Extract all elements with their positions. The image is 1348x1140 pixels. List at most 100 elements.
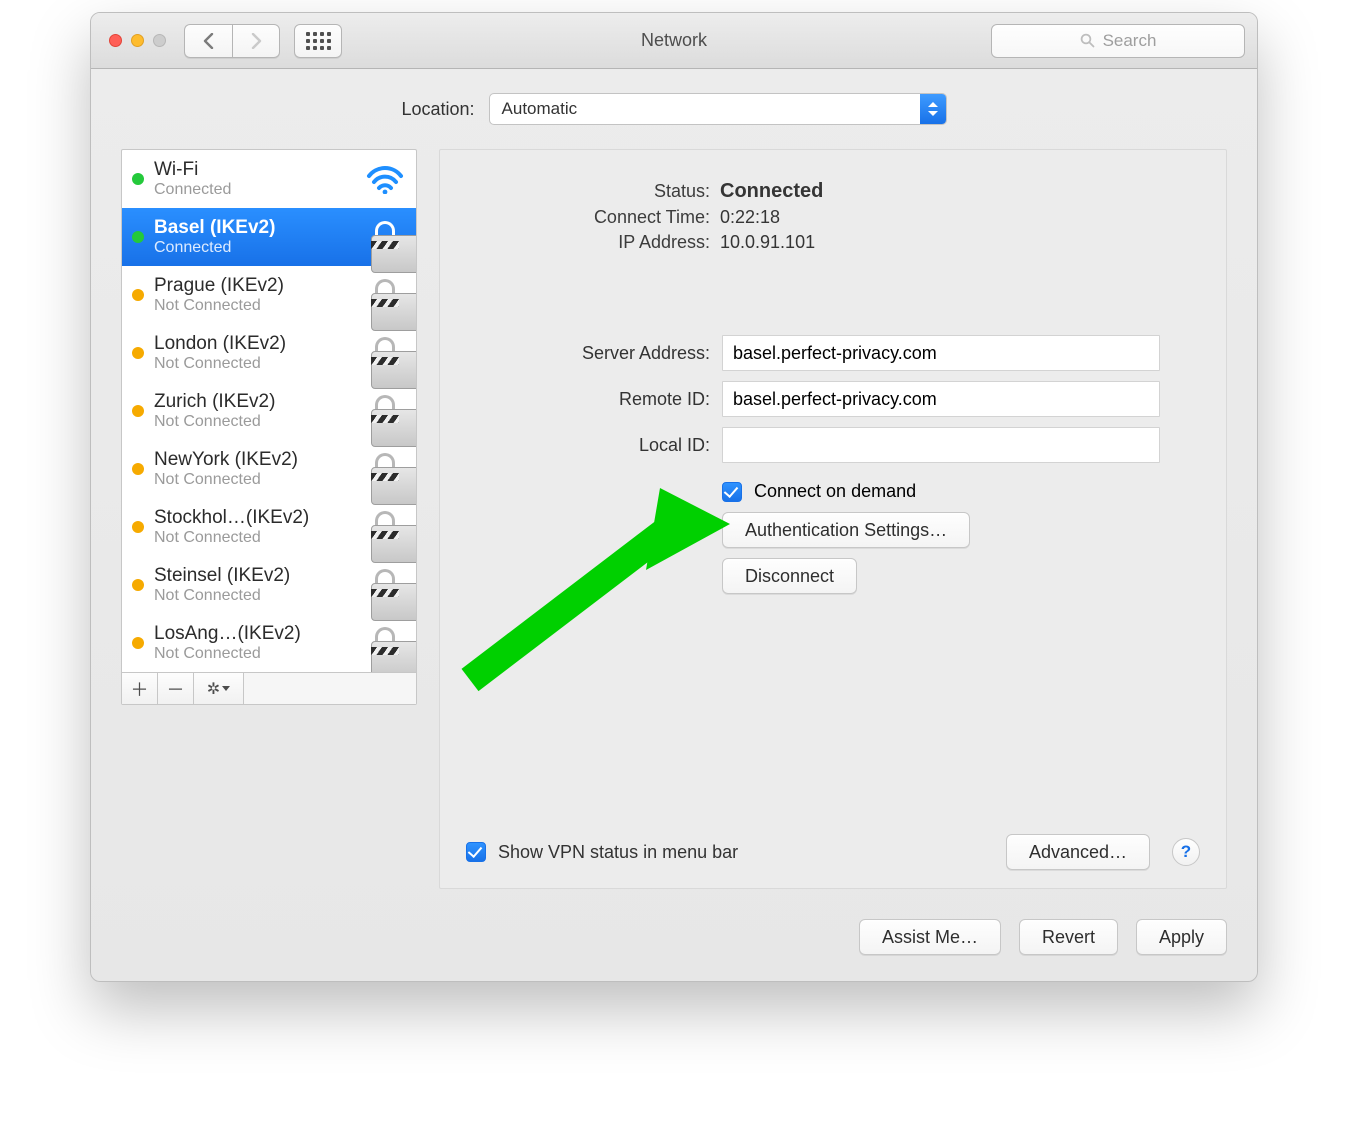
service-text: NewYork (IKEv2)Not Connected <box>154 449 354 489</box>
location-row: Location: Automatic <box>91 69 1257 143</box>
vpn-lock-icon <box>364 390 406 432</box>
status-label: Status: <box>470 181 710 202</box>
local-id-label: Local ID: <box>470 435 710 456</box>
authentication-settings-button[interactable]: Authentication Settings… <box>722 512 970 548</box>
service-name: Basel (IKEv2) <box>154 217 354 239</box>
service-item[interactable]: Wi-FiConnected <box>122 150 416 208</box>
service-text: Wi-FiConnected <box>154 159 354 199</box>
show-vpn-status-checkbox[interactable] <box>466 842 486 862</box>
chevron-right-icon <box>250 33 262 49</box>
search-placeholder: Search <box>1103 31 1157 51</box>
remote-id-row: Remote ID: <box>470 381 1196 417</box>
ip-address-label: IP Address: <box>470 232 710 253</box>
location-value: Automatic <box>502 99 578 119</box>
zoom-window-button[interactable] <box>153 34 166 47</box>
minimize-window-button[interactable] <box>131 34 144 47</box>
service-item[interactable]: NewYork (IKEv2)Not Connected <box>122 440 416 498</box>
nav-buttons <box>184 24 280 58</box>
service-status: Not Connected <box>154 297 354 315</box>
advanced-button[interactable]: Advanced… <box>1006 834 1150 870</box>
service-text: Basel (IKEv2)Connected <box>154 217 354 257</box>
back-button[interactable] <box>184 24 232 58</box>
gear-icon: ✲ <box>207 679 220 699</box>
wifi-icon <box>364 158 406 200</box>
service-text: Zurich (IKEv2)Not Connected <box>154 391 354 431</box>
status-dot-icon <box>132 231 144 243</box>
service-actions-button[interactable]: ✲ <box>194 673 244 704</box>
service-name: London (IKEv2) <box>154 333 354 355</box>
service-name: Stockhol…(IKEv2) <box>154 507 354 529</box>
service-item[interactable]: LosAng…(IKEv2)Not Connected <box>122 614 416 672</box>
status-dot-icon <box>132 579 144 591</box>
service-text: Stockhol…(IKEv2)Not Connected <box>154 507 354 547</box>
show-all-button[interactable] <box>294 24 342 58</box>
connect-on-demand-label: Connect on demand <box>754 481 916 502</box>
service-status: Not Connected <box>154 529 354 547</box>
service-name: Wi-Fi <box>154 159 354 181</box>
select-arrows-icon <box>920 94 946 124</box>
titlebar: Network Search <box>91 13 1257 69</box>
status-block: Status: Connected Connect Time: 0:22:18 IP… <box>470 180 1196 253</box>
service-status: Not Connected <box>154 471 354 489</box>
search-icon <box>1080 33 1095 48</box>
revert-button[interactable]: Revert <box>1019 919 1118 955</box>
local-id-row: Local ID: <box>470 427 1196 463</box>
vpn-lock-icon <box>364 332 406 374</box>
vpn-lock-icon <box>364 448 406 490</box>
service-status: Connected <box>154 181 354 199</box>
forward-button[interactable] <box>232 24 280 58</box>
service-item[interactable]: London (IKEv2)Not Connected <box>122 324 416 382</box>
status-value: Connected <box>720 180 823 203</box>
service-name: Prague (IKEv2) <box>154 275 354 297</box>
auth-settings-row: Authentication Settings… <box>470 512 1196 548</box>
service-text: LosAng…(IKEv2)Not Connected <box>154 623 354 663</box>
disconnect-row: Disconnect <box>470 558 1196 594</box>
disconnect-button[interactable]: Disconnect <box>722 558 857 594</box>
connect-time-label: Connect Time: <box>470 207 710 228</box>
vpn-lock-icon <box>364 506 406 548</box>
close-window-button[interactable] <box>109 34 122 47</box>
vpn-lock-icon <box>364 622 406 664</box>
service-item[interactable]: Zurich (IKEv2)Not Connected <box>122 382 416 440</box>
service-item[interactable]: Steinsel (IKEv2)Not Connected <box>122 556 416 614</box>
service-item[interactable]: Stockhol…(IKEv2)Not Connected <box>122 498 416 556</box>
connect-time-value: 0:22:18 <box>720 207 780 228</box>
service-text: London (IKEv2)Not Connected <box>154 333 354 373</box>
service-name: LosAng…(IKEv2) <box>154 623 354 645</box>
vpn-lock-icon <box>364 216 406 258</box>
status-dot-icon <box>132 289 144 301</box>
location-select[interactable]: Automatic <box>489 93 947 125</box>
search-field[interactable]: Search <box>991 24 1245 58</box>
assist-me-button[interactable]: Assist Me… <box>859 919 1001 955</box>
body: Wi-FiConnectedBasel (IKEv2)ConnectedPrag… <box>91 143 1257 919</box>
service-name: Zurich (IKEv2) <box>154 391 354 413</box>
remote-id-input[interactable] <box>722 381 1160 417</box>
service-text: Prague (IKEv2)Not Connected <box>154 275 354 315</box>
footer: Assist Me… Revert Apply <box>91 919 1257 981</box>
status-dot-icon <box>132 405 144 417</box>
help-button[interactable]: ? <box>1172 838 1200 866</box>
local-id-input[interactable] <box>722 427 1160 463</box>
service-item[interactable]: Basel (IKEv2)Connected <box>122 208 416 266</box>
add-service-button[interactable]: ＋ <box>122 673 158 704</box>
service-sidebar: Wi-FiConnectedBasel (IKEv2)ConnectedPrag… <box>121 149 417 705</box>
server-address-row: Server Address: <box>470 335 1196 371</box>
ip-address-value: 10.0.91.101 <box>720 232 815 253</box>
service-status: Not Connected <box>154 587 354 605</box>
location-label: Location: <box>401 99 474 120</box>
connect-on-demand-checkbox[interactable] <box>722 482 742 502</box>
apply-button[interactable]: Apply <box>1136 919 1227 955</box>
service-item[interactable]: Prague (IKEv2)Not Connected <box>122 266 416 324</box>
status-dot-icon <box>132 347 144 359</box>
service-list[interactable]: Wi-FiConnectedBasel (IKEv2)ConnectedPrag… <box>122 150 416 672</box>
chevron-left-icon <box>203 33 215 49</box>
server-address-input[interactable] <box>722 335 1160 371</box>
minus-icon: － <box>167 676 185 702</box>
chevron-down-icon <box>222 686 230 692</box>
grid-icon <box>306 32 331 50</box>
vpn-lock-icon <box>364 274 406 316</box>
remove-service-button[interactable]: － <box>158 673 194 704</box>
status-dot-icon <box>132 637 144 649</box>
network-prefs-window: Network Search Location: Automatic Wi-Fi… <box>90 12 1258 982</box>
remote-id-label: Remote ID: <box>470 389 710 410</box>
